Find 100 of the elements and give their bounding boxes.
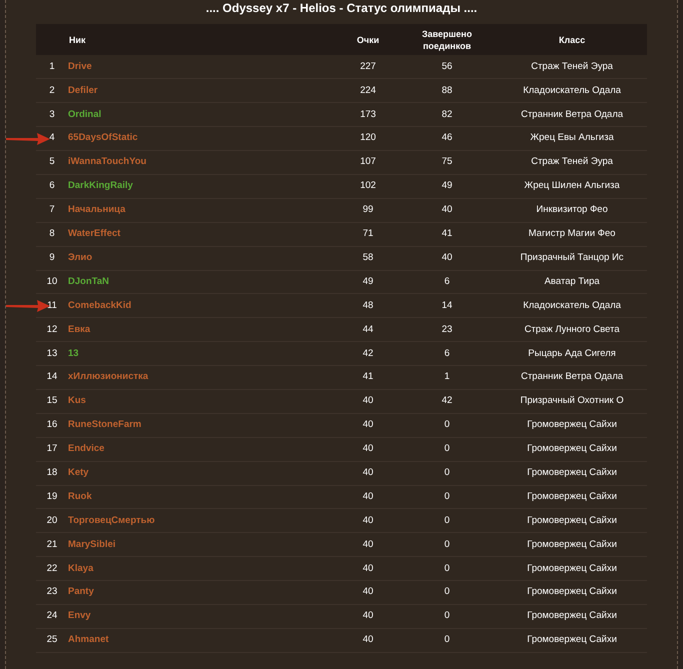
points-value: 173 <box>360 108 376 120</box>
player-nick: Drive <box>68 60 92 72</box>
player-nick: ComebackKid <box>68 300 132 311</box>
points-value: 120 <box>360 132 376 144</box>
duels-value: 82 <box>442 108 452 120</box>
player-nick: Kety <box>68 466 89 478</box>
points-value: 40 <box>362 490 374 502</box>
class-name: Призрачный Танцор Ис <box>520 252 624 263</box>
rank-number: 17 <box>46 443 58 454</box>
player-nick: ТорговецСмертью <box>68 514 155 526</box>
duels-value: 0 <box>444 538 450 550</box>
points-value: 40 <box>362 443 374 454</box>
column-header: Завершено поединков <box>420 28 473 52</box>
duels-value: 56 <box>442 60 452 72</box>
column-header: Ник <box>69 34 86 44</box>
player-nick: Kus <box>68 395 86 406</box>
player-nick: 13 <box>68 348 79 358</box>
points-value: 40 <box>362 586 374 598</box>
class-name: Громовержец Сайхи <box>527 586 617 598</box>
page-title: .... Odyssey x7 - Helios - Статус олимпиады .... <box>204 0 478 17</box>
rank-number: 18 <box>46 466 58 478</box>
class-name: Жрец Евы Альгиза <box>530 132 614 144</box>
duels-value: 0 <box>444 610 450 622</box>
player-nick: WaterEffect <box>68 228 120 240</box>
class-name: Громовержец Сайхи <box>527 419 617 430</box>
duels-value: 75 <box>442 156 452 168</box>
rank-number: 6 <box>49 180 55 192</box>
player-nick: DarkKingRaily <box>68 180 133 192</box>
player-nick: MarySiblei <box>68 538 116 550</box>
duels-value: 6 <box>444 348 450 358</box>
rank-number: 8 <box>49 228 55 240</box>
duels-value: 49 <box>442 180 452 192</box>
rank-number: 2 <box>49 84 55 96</box>
points-value: 40 <box>362 634 374 646</box>
duels-value: 23 <box>442 324 452 335</box>
rank-number: 5 <box>49 156 55 168</box>
duels-value: 88 <box>442 84 452 96</box>
class-name: Странник Ветра Одала <box>520 108 624 120</box>
class-name: Страж Теней Эура <box>531 156 613 168</box>
duels-value: 42 <box>442 395 452 406</box>
points-value: 102 <box>360 180 376 192</box>
points-value: 224 <box>360 84 376 96</box>
class-name: Громовержец Сайхи <box>527 514 617 526</box>
duels-value: 0 <box>444 443 450 454</box>
class-name: Призрачный Охотник О <box>520 395 624 406</box>
player-nick: DJonTaN <box>68 276 109 287</box>
player-nick: Евка <box>68 324 90 335</box>
duels-value: 1 <box>444 371 450 382</box>
rank-number: 22 <box>46 562 58 574</box>
class-name: Страж Лунного Света <box>524 324 620 335</box>
rank-number: 10 <box>46 276 58 287</box>
points-value: 40 <box>362 466 374 478</box>
duels-value: 40 <box>442 252 452 263</box>
class-name: Кладоискатель Одала <box>523 84 621 96</box>
rank-number: 16 <box>46 419 58 430</box>
class-name: Странник Ветра Одала <box>520 371 624 382</box>
class-name: Громовержец Сайхи <box>527 610 617 622</box>
points-value: 42 <box>362 348 374 358</box>
class-name: Аватар Тира <box>544 276 600 287</box>
points-value: 99 <box>362 204 374 216</box>
points-value: 40 <box>362 514 374 526</box>
points-value: 48 <box>362 300 374 311</box>
points-value: 44 <box>362 324 374 335</box>
duels-value: 0 <box>444 419 450 430</box>
class-name: Громовержец Сайхи <box>527 562 617 574</box>
player-nick: Ordinal <box>68 108 102 120</box>
player-nick: RuneStoneFarm <box>68 419 142 430</box>
player-nick: Элио <box>68 252 92 263</box>
points-value: 71 <box>362 228 374 240</box>
points-value: 40 <box>362 562 374 574</box>
class-name: Громовержец Сайхи <box>527 538 617 550</box>
points-value: 40 <box>362 538 374 550</box>
player-nick: iWannaTouchYou <box>68 156 146 168</box>
duels-value: 41 <box>442 228 452 240</box>
duels-value: 0 <box>444 466 450 478</box>
duels-value: 0 <box>444 490 450 502</box>
player-nick: 65DaysOfStatic <box>68 132 138 144</box>
points-value: 107 <box>360 156 376 168</box>
player-nick: Endvice <box>68 443 104 454</box>
duels-value: 0 <box>444 562 450 574</box>
points-value: 227 <box>360 60 376 72</box>
arrow-icon <box>6 133 50 146</box>
class-name: Громовержец Сайхи <box>527 466 617 478</box>
rank-number: 12 <box>46 324 58 335</box>
rank-number: 11 <box>47 300 57 311</box>
duels-value: 0 <box>444 586 450 598</box>
player-nick: Klaya <box>68 562 94 574</box>
duels-value: 40 <box>442 204 452 216</box>
player-nick: Defiler <box>68 84 98 96</box>
points-value: 49 <box>362 276 374 287</box>
points-value: 40 <box>362 610 374 622</box>
rank-number: 3 <box>49 108 55 120</box>
player-nick: Ruok <box>68 490 92 502</box>
class-name: Кладоискатель Одала <box>523 300 621 311</box>
class-name: Громовержец Сайхи <box>527 490 617 502</box>
rank-number: 7 <box>49 204 55 216</box>
class-name: Инквизитор Фео <box>536 204 608 216</box>
column-header: Очки <box>356 34 380 44</box>
points-value: 58 <box>362 252 374 263</box>
column-header: Класс <box>558 34 586 44</box>
